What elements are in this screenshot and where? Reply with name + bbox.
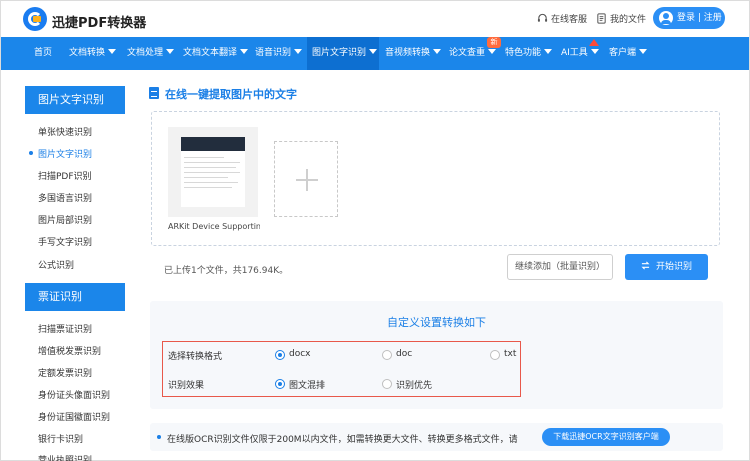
nav-doc-process-label: 文档处理 <box>127 48 164 58</box>
sidebar-item-id-front[interactable]: 身份证头像面识别 <box>38 388 110 401</box>
my-files-link[interactable]: 我的文件 <box>596 12 646 25</box>
nav-image-ocr-label: 图片文字识别 <box>312 48 367 58</box>
chevron-down-icon <box>488 49 497 54</box>
hot-arrow-icon <box>589 39 599 46</box>
sidebar-item-image-ocr[interactable]: 图片文字识别 <box>38 147 92 160</box>
upload-status-text: 已上传1个文件，共176.94K。 <box>164 266 289 276</box>
thumbnail-text-line <box>184 167 236 168</box>
chevron-down-icon <box>166 49 175 54</box>
chevron-down-icon <box>108 49 117 54</box>
settings-title: 自定义设置转换如下 <box>387 316 486 329</box>
sidebar-item-vat-invoice[interactable]: 增值税发票识别 <box>38 344 101 357</box>
thumbnail-header-bar <box>181 137 245 151</box>
nav-doc-process[interactable]: 文档处理 <box>121 37 179 70</box>
sidebar-item-single-quick[interactable]: 单张快速识别 <box>38 125 92 138</box>
nav-image-ocr[interactable]: 图片文字识别 <box>307 37 379 70</box>
radio-recognition-first-label[interactable]: 识别优先 <box>396 378 432 391</box>
sidebar-item-id-back[interactable]: 身份证国徽面识别 <box>38 410 110 423</box>
add-file-plus-icon[interactable] <box>274 141 338 217</box>
online-service-label: 在线客服 <box>551 15 588 25</box>
continue-add-button[interactable]: 继续添加（批量识别） <box>507 254 613 280</box>
nav-featured[interactable]: 特色功能 <box>501 37 557 70</box>
nav-home[interactable]: 首页 <box>25 37 59 70</box>
nav-av-convert[interactable]: 音视频转换 <box>381 37 445 70</box>
radio-txt-label[interactable]: txt <box>504 349 516 359</box>
chevron-down-icon <box>433 49 442 54</box>
thumbnail-text-line <box>184 172 240 173</box>
online-service-link[interactable]: 在线客服 <box>537 12 587 25</box>
user-avatar-icon <box>659 11 673 25</box>
nav-speech-recognition[interactable]: 语音识别 <box>251 37 307 70</box>
start-recognition-button[interactable]: 开始识别 <box>625 254 708 280</box>
nav-doc-convert-label: 文档转换 <box>69 48 106 58</box>
notice-bullet <box>157 435 161 439</box>
download-client-button[interactable]: 下载迅捷OCR文字识别客户端 <box>542 428 670 446</box>
nav-client-label: 客户端 <box>609 48 637 58</box>
radio-docx-label[interactable]: docx <box>289 349 311 359</box>
nav-av-convert-label: 音视频转换 <box>385 48 431 58</box>
headset-icon <box>537 13 548 22</box>
sidebar-item-partial[interactable]: 图片局部识别 <box>38 213 92 226</box>
nav-doc-translate-label: 文档文本翻译 <box>183 48 238 58</box>
nav-paper-check-label: 论文查重 <box>449 48 486 58</box>
thumbnail-text-line <box>184 187 232 188</box>
thumbnail-text-line <box>184 182 238 183</box>
sidebar-group-ocr-title[interactable]: 图片文字识别 <box>25 86 125 114</box>
thumbnail-text-line <box>184 177 228 178</box>
radio-txt[interactable] <box>490 350 500 360</box>
section-title: 在线一键提取图片中的文字 <box>165 88 297 101</box>
sidebar-item-bank-card[interactable]: 银行卡识别 <box>38 432 83 445</box>
my-files-label: 我的文件 <box>610 15 647 25</box>
notice-text: 在线版OCR识别文件仅限于200M以内文件，如需转换更大文件、转换更多格式文件，… <box>167 435 518 445</box>
nav-speech-recognition-label: 语音识别 <box>255 48 292 58</box>
radio-doc[interactable] <box>382 350 392 360</box>
chevron-down-icon <box>294 49 303 54</box>
chevron-down-icon <box>590 49 599 54</box>
nav-featured-label: 特色功能 <box>505 48 542 58</box>
sidebar-item-scan-ticket[interactable]: 扫描票证识别 <box>38 322 92 335</box>
sidebar-item-fixed-invoice[interactable]: 定额发票识别 <box>38 366 92 379</box>
thumbnail-text-line <box>184 157 224 158</box>
nav-client[interactable]: 客户端 <box>605 37 655 70</box>
sidebar-item-handwriting[interactable]: 手写文字识别 <box>38 235 92 248</box>
radio-doc-label[interactable]: doc <box>396 349 412 359</box>
radio-docx[interactable] <box>275 350 285 360</box>
chevron-down-icon <box>369 49 378 54</box>
file-list-icon <box>597 13 606 24</box>
sidebar-group-tickets-title[interactable]: 票证识别 <box>25 283 125 311</box>
brand-logo-icon[interactable] <box>23 7 47 31</box>
chevron-down-icon <box>240 49 249 54</box>
nav-home-label: 首页 <box>34 48 53 58</box>
radio-recognition-first[interactable] <box>382 379 392 389</box>
effect-label: 识别效果 <box>168 381 205 391</box>
chevron-down-icon <box>639 49 648 54</box>
chevron-down-icon <box>544 49 553 54</box>
sidebar-item-multilang[interactable]: 多国语言识别 <box>38 191 92 204</box>
convert-arrows-icon <box>641 261 650 270</box>
nav-doc-translate[interactable]: 文档文本翻译 <box>179 37 249 70</box>
sidebar-item-formula[interactable]: 公式识别 <box>38 258 74 271</box>
active-indicator-dot <box>29 151 33 155</box>
file-name: ARKit Device Supportin... <box>168 222 260 231</box>
radio-mixed[interactable] <box>275 379 285 389</box>
nav-ai-tools-label: AI工具 <box>561 48 588 58</box>
nav-doc-convert[interactable]: 文档转换 <box>63 37 121 70</box>
brand-name[interactable]: 迅捷PDF转换器 <box>52 12 146 31</box>
start-recognition-label: 开始识别 <box>655 262 692 272</box>
top-header: 迅捷PDF转换器 在线客服 我的文件 登录 | 注册 <box>1 1 749 37</box>
login-register-label: 登录 | 注册 <box>677 13 722 23</box>
sidebar-item-business-license[interactable]: 营业执照识别 <box>38 453 92 461</box>
radio-mixed-label[interactable]: 图文混排 <box>289 378 325 391</box>
thumbnail-text-line <box>184 162 240 163</box>
main-nav: 首页 文档转换 文档处理 文档文本翻译 语音识别 图片文字识别 音视频转换 论文… <box>1 37 749 70</box>
new-badge: 新 <box>487 37 501 48</box>
sidebar-item-scan-pdf[interactable]: 扫描PDF识别 <box>38 169 92 182</box>
login-register-button[interactable]: 登录 | 注册 <box>653 7 725 29</box>
format-label: 选择转换格式 <box>168 352 223 362</box>
